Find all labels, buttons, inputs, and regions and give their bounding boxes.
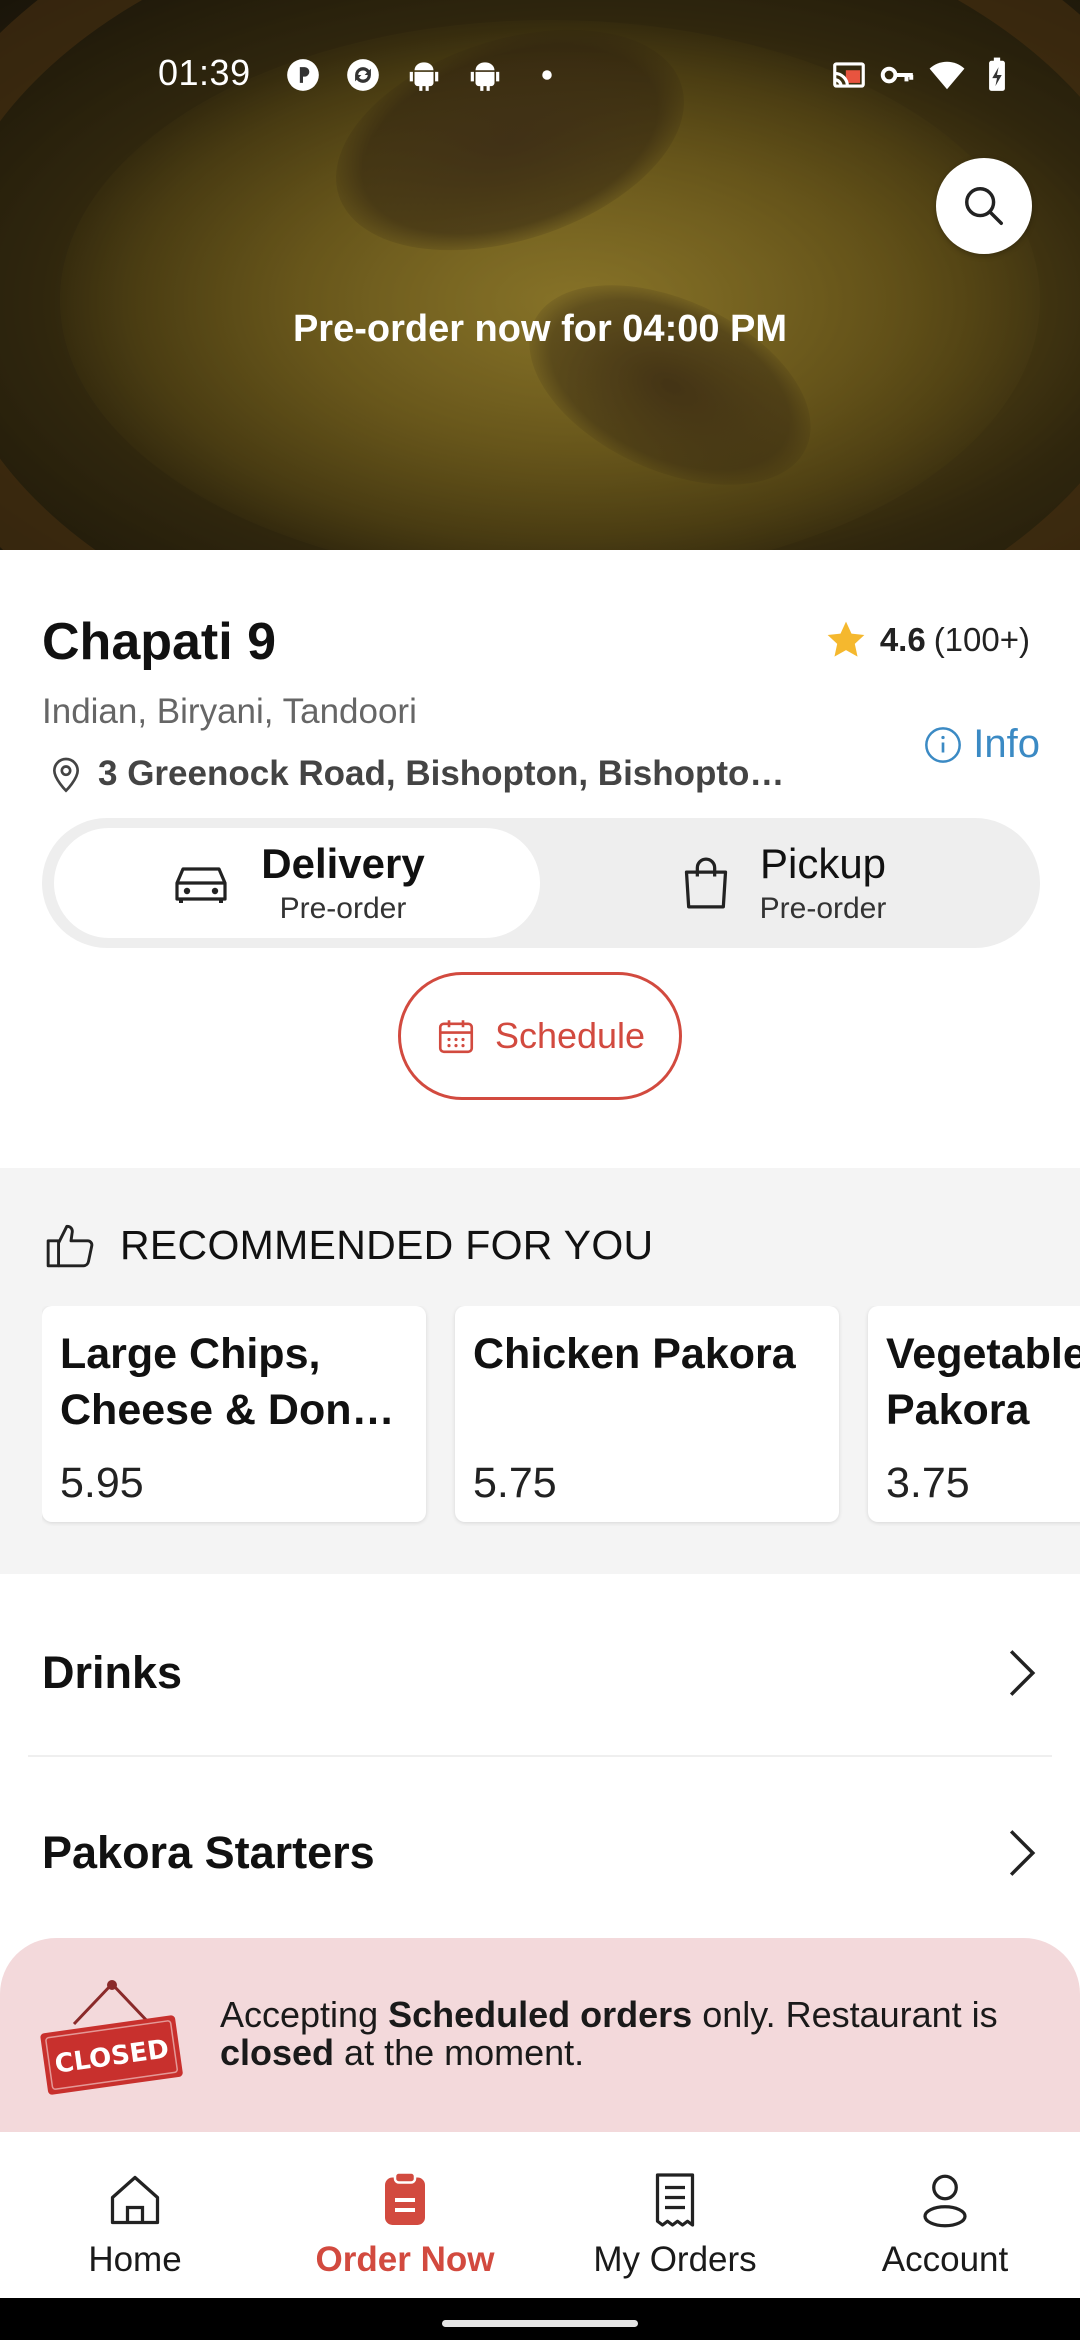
category-label: Drinks — [42, 1647, 183, 1698]
recommended-item-card[interactable]: Vegetable Pakora 3.75 — [868, 1306, 1080, 1522]
address-text: 3 Greenock Road, Bishopton, Bishopto… — [98, 754, 785, 793]
closed-text-bold2: closed — [220, 2032, 335, 2073]
nav-account-label: Account — [881, 2240, 1009, 2279]
restaurant-address[interactable]: 3 Greenock Road, Bishopton, Bishopto… — [46, 752, 784, 796]
location-pin-icon — [52, 757, 80, 793]
recommended-item-card[interactable]: Large Chips, Cheese & Donn… 5.95 — [42, 1306, 426, 1522]
preorder-banner-text: Pre-order now for 04:00 PM — [292, 308, 788, 350]
delivery-option[interactable]: Delivery Pre-order — [54, 828, 540, 938]
shopping-bag-icon — [684, 857, 727, 909]
star-icon — [827, 621, 865, 657]
nav-home[interactable]: Home — [0, 2132, 270, 2298]
pickup-label: Pickup — [759, 840, 887, 887]
schedule-button[interactable]: Schedule — [398, 972, 682, 1100]
item-name-line2: Cheese & Donn… — [60, 1386, 408, 1434]
recommended-header: RECOMMENDED FOR YOU — [44, 1220, 653, 1270]
receipt-icon — [655, 2173, 695, 2227]
battery-charging-icon — [978, 56, 1016, 94]
bottom-navigation: Home Order Now My Orders Account — [0, 2132, 1080, 2298]
nav-home-label: Home — [88, 2240, 182, 2279]
closed-text-part1: Accepting — [220, 1994, 389, 2035]
car-icon — [175, 867, 227, 903]
hero-banner: 01:39 Pre-order now for 04:00 PM — [0, 0, 1080, 550]
item-name: Vegetable Pakora — [886, 1326, 1080, 1438]
search-icon — [965, 187, 1003, 225]
calendar-icon — [438, 1020, 473, 1054]
closed-text-part3: at the moment. — [334, 2032, 585, 2073]
info-button[interactable]: Info — [923, 722, 1040, 767]
item-price: 5.95 — [60, 1459, 144, 1507]
order-icon — [385, 2171, 425, 2225]
pickup-option[interactable]: Pickup Pre-order — [540, 828, 1026, 938]
vpn-key-icon — [878, 56, 916, 94]
home-gesture-handle[interactable] — [442, 2320, 638, 2327]
item-name-line2: Pakora — [886, 1386, 1030, 1434]
item-price: 5.75 — [473, 1459, 557, 1507]
restaurant-cuisines: Indian, Biryani, Tandoori — [42, 692, 417, 731]
category-divider — [28, 1755, 1052, 1757]
delivery-label: Delivery — [261, 840, 425, 887]
nav-order-now-label: Order Now — [315, 2240, 495, 2279]
item-name-line1: Large Chips, — [60, 1330, 321, 1378]
category-label: Pakora Starters — [42, 1827, 375, 1878]
android-icon — [466, 56, 504, 94]
chevron-right-icon — [1009, 1830, 1036, 1876]
category-row-drinks[interactable]: Drinks — [0, 1598, 1080, 1748]
thumbs-up-icon — [46, 1224, 94, 1268]
nav-order-now[interactable]: Order Now — [270, 2132, 540, 2298]
android-icon — [405, 56, 443, 94]
dot-icon — [528, 56, 566, 94]
rating-count: (100+) — [933, 621, 1030, 658]
order-mode-toggle: Delivery Pre-order Pickup Pre-order — [42, 818, 1040, 948]
closed-text-bold1: Scheduled orders — [388, 1994, 693, 2035]
closed-sign-icon: CLOSED — [36, 1978, 188, 2103]
status-bar: 01:39 — [0, 46, 1080, 102]
recommended-title: RECOMMENDED FOR YOU — [120, 1221, 654, 1268]
nav-my-orders-label: My Orders — [593, 2240, 757, 2279]
cast-icon — [830, 56, 868, 94]
item-name-line1: Vegetable — [886, 1330, 1080, 1378]
category-row-pakora-starters[interactable]: Pakora Starters — [0, 1778, 1080, 1928]
item-name: Large Chips, Cheese & Donn… — [60, 1326, 408, 1438]
closed-text-part2: only. Restaurant is — [692, 1994, 998, 2035]
info-icon — [925, 726, 962, 763]
delivery-sublabel: Pre-order — [279, 892, 407, 925]
app-icon — [284, 56, 322, 94]
closed-notice-banner: CLOSED Accepting Scheduled orders only. … — [0, 1938, 1080, 2158]
nav-my-orders[interactable]: My Orders — [540, 2132, 810, 2298]
item-price: 3.75 — [886, 1459, 970, 1507]
system-navigation-bar — [0, 2298, 1080, 2340]
restaurant-rating: 4.6 (100+) — [824, 618, 1030, 662]
recommended-carousel[interactable]: Large Chips, Cheese & Donn… 5.95 Chicken… — [42, 1306, 1080, 1526]
chevron-right-icon — [1009, 1650, 1036, 1696]
schedule-label: Schedule — [494, 1015, 646, 1056]
pickup-sublabel: Pre-order — [759, 892, 887, 925]
search-button[interactable] — [936, 158, 1032, 254]
restaurant-name: Chapati 9 — [42, 613, 277, 671]
person-icon — [923, 2174, 967, 2228]
wifi-icon — [928, 56, 966, 94]
sync-icon — [344, 56, 382, 94]
rating-value: 4.6 — [879, 621, 926, 658]
closed-notice-text: Accepting Scheduled orders only. Restaur… — [220, 1996, 1020, 2072]
recommended-item-card[interactable]: Chicken Pakora 5.75 — [455, 1306, 839, 1522]
recommended-section: RECOMMENDED FOR YOU Large Chips, Cheese … — [0, 1168, 1080, 1574]
nav-account[interactable]: Account — [810, 2132, 1080, 2298]
info-label: Info — [973, 722, 1040, 766]
status-time: 01:39 — [158, 52, 251, 93]
item-name-line1: Chicken Pakora — [473, 1330, 796, 1378]
item-name: Chicken Pakora — [473, 1326, 821, 1438]
home-icon — [110, 2175, 160, 2225]
